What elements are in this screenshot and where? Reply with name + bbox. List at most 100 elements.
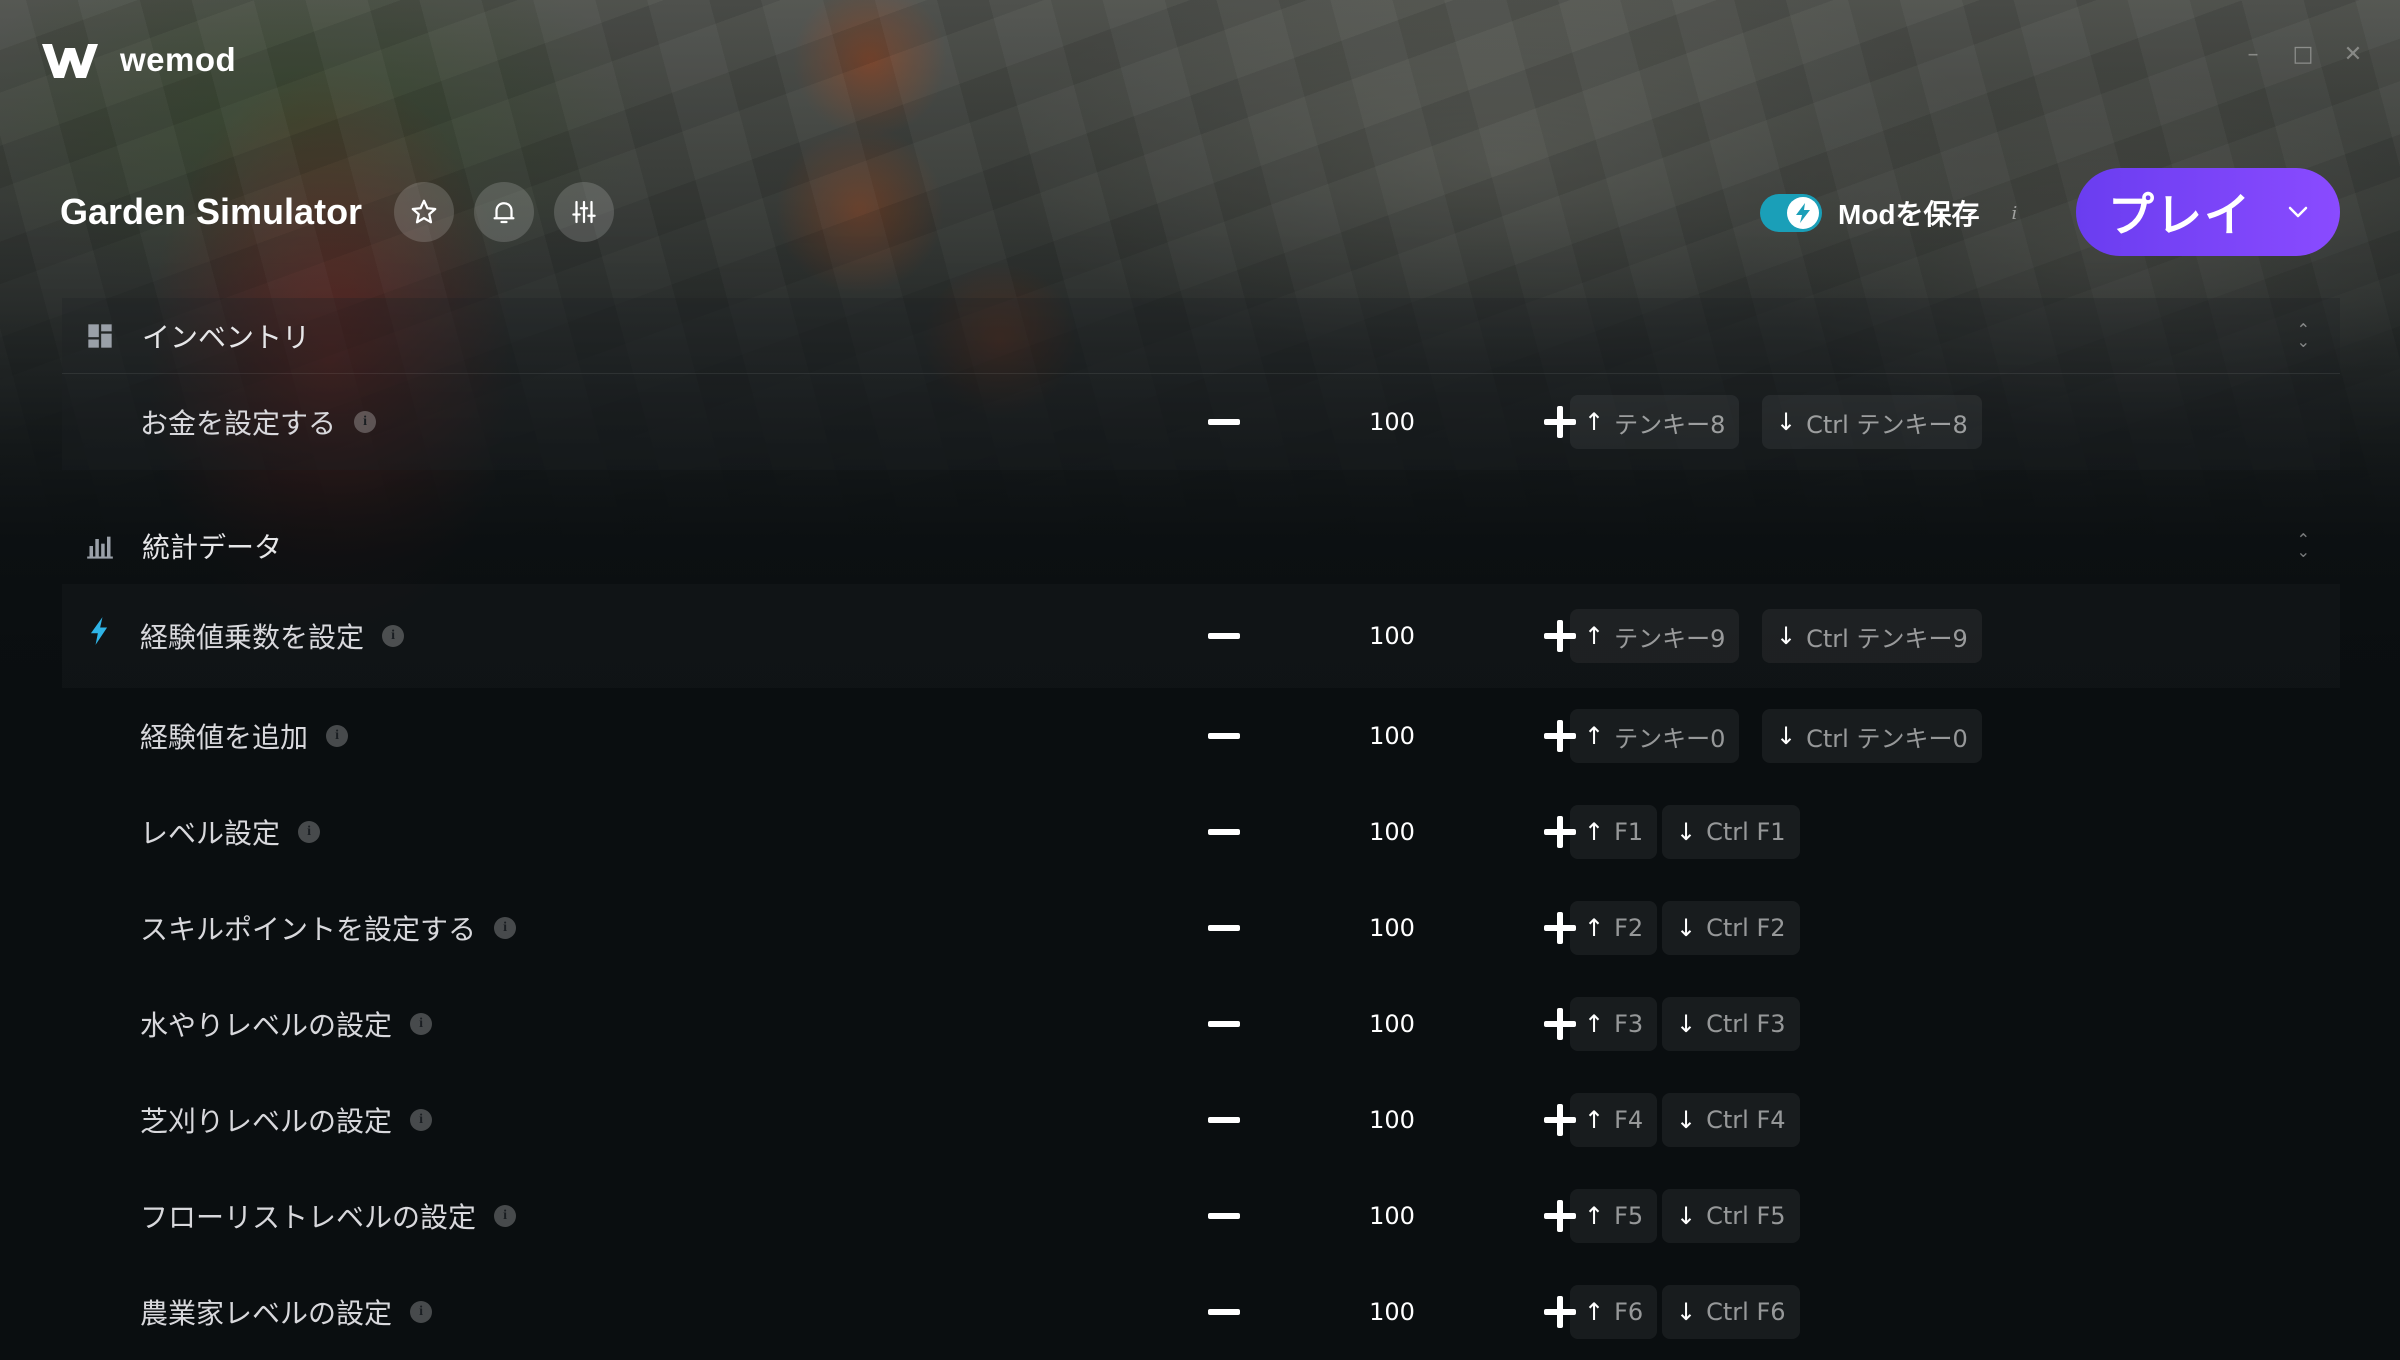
hotkey-increase[interactable]: ↑ F5 [1570,1189,1658,1243]
favorite-button[interactable] [394,182,455,242]
decrease-button[interactable] [1208,829,1240,835]
save-mods-toggle[interactable] [1760,194,1822,232]
decrease-button[interactable] [1208,1021,1240,1027]
mod-label: 経験値乗数を設定 i [140,616,405,656]
hotkey-decrease[interactable]: ↓ Ctrl F5 [1662,1189,1800,1243]
mod-row: 経験値を追加 i 100 ↑ テンキー0 ↓ Ctrl テンキー0 [62,688,2340,784]
decrease-button[interactable] [1208,733,1240,739]
wemod-logo-icon [42,44,98,78]
save-mods-control: Modを保存 i [1760,188,2033,238]
hotkey-increase[interactable]: ↑ F3 [1570,997,1658,1051]
decrease-button[interactable] [1208,633,1240,639]
play-label: プレイ [2108,188,2252,242]
info-icon[interactable]: i [494,917,517,939]
section-title: インベントリ [142,320,311,354]
decrease-button[interactable] [1208,1213,1240,1219]
hotkey-increase[interactable]: ↑ テンキー0 [1570,709,1740,763]
info-icon[interactable]: i [410,1301,433,1323]
bolt-icon [90,617,108,645]
info-icon[interactable]: i [326,725,349,747]
chevron-down-icon[interactable] [2288,206,2308,218]
arrow-up-icon: ↑ [1584,1298,1605,1326]
game-title: Garden Simulator [60,191,363,232]
settings-button[interactable] [554,182,615,242]
mod-label: お金を設定する i [140,402,377,442]
mod-label: レベル設定 i [140,812,321,852]
mod-value[interactable]: 100 [1342,1010,1442,1038]
mod-row: フローリストレベルの設定 i 100 ↑ F5 ↓ Ctrl F5 [62,1168,2340,1264]
mod-value[interactable]: 100 [1342,1202,1442,1230]
mod-value[interactable]: 100 [1342,722,1442,750]
arrow-down-icon: ↓ [1676,914,1697,942]
info-icon[interactable]: i [410,1013,433,1035]
sliders-icon [572,200,596,224]
hotkey-increase[interactable]: ↑ F2 [1570,901,1658,955]
hotkey-increase[interactable]: ↑ F4 [1570,1093,1658,1147]
decrease-button[interactable] [1208,419,1240,425]
maximize-icon[interactable]: □ [2292,44,2314,66]
section-header[interactable]: 統計データ ⌃ ⌄ [62,508,2340,584]
arrow-down-icon: ↓ [1676,1298,1697,1326]
mod-value[interactable]: 100 [1342,818,1442,846]
hotkey-decrease[interactable]: ↓ Ctrl テンキー8 [1762,395,1982,449]
hotkey-increase[interactable]: ↑ F1 [1570,805,1658,859]
arrow-up-icon: ↑ [1584,818,1605,846]
bolt-icon [1796,203,1810,223]
info-icon[interactable]: i [382,625,405,647]
section-title: 統計データ [142,531,283,564]
hotkey-decrease[interactable]: ↓ Ctrl テンキー9 [1762,609,1982,663]
app-name: wemod [120,41,237,78]
arrow-up-icon: ↑ [1584,408,1605,436]
arrow-down-icon: ↓ [1676,1106,1697,1134]
hotkey-increase[interactable]: ↑ F6 [1570,1285,1658,1339]
mod-value[interactable]: 100 [1342,408,1442,436]
decrease-button[interactable] [1208,925,1240,931]
hotkey-increase[interactable]: ↑ テンキー9 [1570,609,1740,663]
mod-label: 水やりレベルの設定 i [140,1004,433,1044]
arrow-down-icon: ↓ [1776,722,1797,750]
hotkey-decrease[interactable]: ↓ Ctrl F6 [1662,1285,1800,1339]
collapse-icon[interactable]: ⌃ ⌄ [2297,532,2310,560]
save-mods-info-icon[interactable]: i [2012,203,2018,224]
hotkey-decrease[interactable]: ↓ Ctrl テンキー0 [1762,709,1982,763]
section-inventory: インベントリ ⌃ ⌄ お金を設定する i 100 ↑ テンキー8 ↓ Ctrl テンキー… [62,298,2340,470]
hotkey-increase[interactable]: ↑ テンキー8 [1570,395,1740,449]
mod-value[interactable]: 100 [1342,1298,1442,1326]
play-button[interactable]: プレイ [2076,168,2340,256]
info-icon[interactable]: i [298,821,321,843]
arrow-down-icon: ↓ [1676,1010,1697,1038]
arrow-up-icon: ↑ [1584,1106,1605,1134]
decrease-button[interactable] [1208,1309,1240,1315]
mod-label: 芝刈りレベルの設定 i [140,1100,433,1140]
minimize-icon[interactable]: – [2242,44,2264,66]
section-header[interactable]: インベントリ ⌃ ⌄ [62,298,2340,374]
mod-row: 経験値乗数を設定 i 100 ↑ テンキー9 ↓ Ctrl テンキー9 [62,584,2340,688]
mod-value[interactable]: 100 [1342,914,1442,942]
info-icon[interactable]: i [410,1109,433,1131]
info-icon[interactable]: i [354,411,377,433]
arrow-up-icon: ↑ [1584,722,1605,750]
mod-row: レベル設定 i 100 ↑ F1 ↓ Ctrl F1 [62,784,2340,880]
notifications-button[interactable] [474,182,535,242]
arrow-down-icon: ↓ [1776,622,1797,650]
mod-value[interactable]: 100 [1342,1106,1442,1134]
mod-label: 経験値を追加 i [140,716,349,756]
grid-icon [88,323,112,348]
info-icon[interactable]: i [494,1205,517,1227]
hotkey-decrease[interactable]: ↓ Ctrl F1 [1662,805,1800,859]
toggle-knob [1787,197,1819,229]
close-icon[interactable]: ✕ [2342,44,2364,66]
collapse-icon[interactable]: ⌃ ⌄ [2297,322,2310,350]
hotkey-decrease[interactable]: ↓ Ctrl F3 [1662,997,1800,1051]
save-mods-label: Modを保存 [1838,199,1980,230]
arrow-down-icon: ↓ [1676,818,1697,846]
arrow-down-icon: ↓ [1676,1202,1697,1230]
arrow-up-icon: ↑ [1584,622,1605,650]
hotkey-decrease[interactable]: ↓ Ctrl F4 [1662,1093,1800,1147]
arrow-up-icon: ↑ [1584,1010,1605,1038]
mod-value[interactable]: 100 [1342,622,1442,650]
arrow-up-icon: ↑ [1584,914,1605,942]
hotkey-decrease[interactable]: ↓ Ctrl F2 [1662,901,1800,955]
mod-row: 水やりレベルの設定 i 100 ↑ F3 ↓ Ctrl F3 [62,976,2340,1072]
decrease-button[interactable] [1208,1117,1240,1123]
